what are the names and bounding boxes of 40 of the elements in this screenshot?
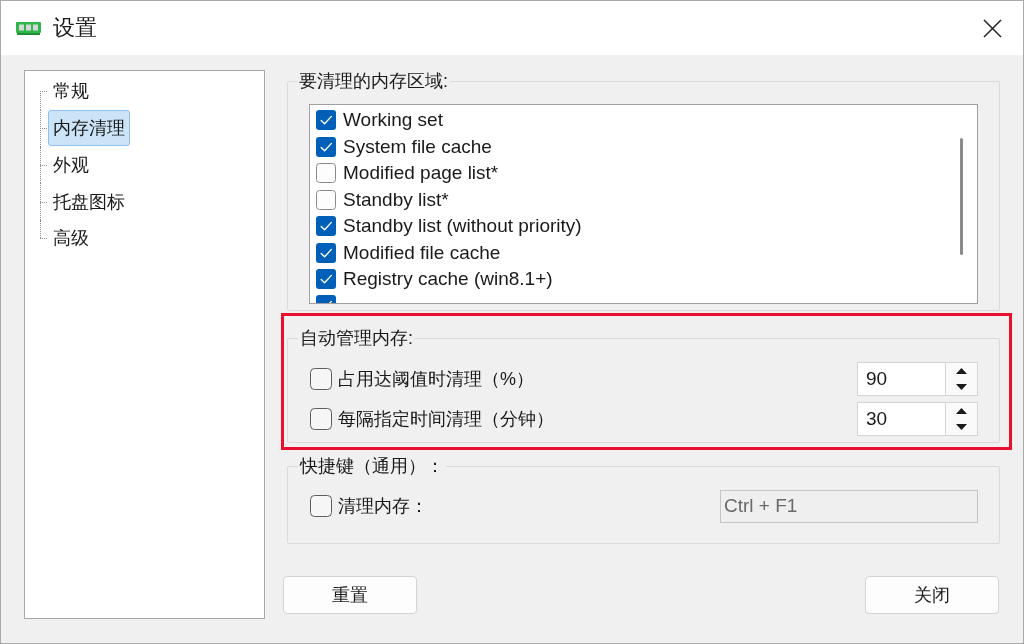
- checkbox[interactable]: [310, 368, 332, 390]
- checkbox-label: Working set: [343, 109, 443, 132]
- memory-chip-icon: [16, 21, 41, 35]
- window-title: 设置: [53, 14, 97, 42]
- tree-item[interactable]: 常规: [48, 73, 94, 110]
- checkbox-label: Standby list*: [343, 188, 449, 211]
- tree-item[interactable]: 托盘图标: [48, 183, 130, 220]
- down-triangle-icon: [956, 384, 967, 390]
- checkbox-label: Registry cache (win8.1+): [343, 268, 553, 291]
- checkbox-label: Modified file cache: [343, 241, 501, 264]
- checkbox[interactable]: [310, 408, 332, 430]
- checkbox-label: 占用达阈值时清理（%）: [338, 368, 534, 391]
- checkbox-label: Standby list (without priority): [343, 215, 582, 238]
- down-triangle-icon: [956, 424, 967, 430]
- tree-item[interactable]: 高级: [48, 220, 94, 257]
- dialog-button[interactable]: 重置: [283, 576, 417, 614]
- up-triangle-icon: [956, 368, 967, 374]
- checkbox-label: 每隔指定时间清理（分钟）: [338, 408, 554, 431]
- checkbox-label: 清理内存：: [338, 495, 428, 518]
- checkbox[interactable]: [316, 242, 336, 263]
- checkbox[interactable]: [316, 163, 336, 184]
- group-title: 快捷键（通用）：: [298, 455, 445, 477]
- checkbox[interactable]: [316, 216, 336, 237]
- checkbox-label: System file cache: [343, 135, 492, 158]
- group-title: 要清理的内存区域:: [298, 70, 449, 92]
- checkbox[interactable]: [316, 189, 336, 210]
- number-field[interactable]: 90: [857, 362, 945, 396]
- group-title: 自动管理内存:: [299, 327, 414, 349]
- checkbox-label: Modified page list*: [343, 162, 499, 185]
- tree-item[interactable]: 外观: [48, 146, 94, 183]
- checkbox[interactable]: [316, 294, 336, 303]
- number-field[interactable]: 30: [857, 402, 945, 436]
- tree-item[interactable]: 内存清理: [48, 110, 130, 147]
- checkbox[interactable]: [316, 269, 336, 290]
- scrollbar-thumb[interactable]: [960, 138, 963, 255]
- close-icon: [982, 18, 1002, 38]
- checkbox[interactable]: [316, 110, 336, 131]
- dialog-button[interactable]: 关闭: [865, 576, 999, 614]
- checkbox[interactable]: [316, 136, 336, 157]
- up-triangle-icon: [956, 408, 967, 414]
